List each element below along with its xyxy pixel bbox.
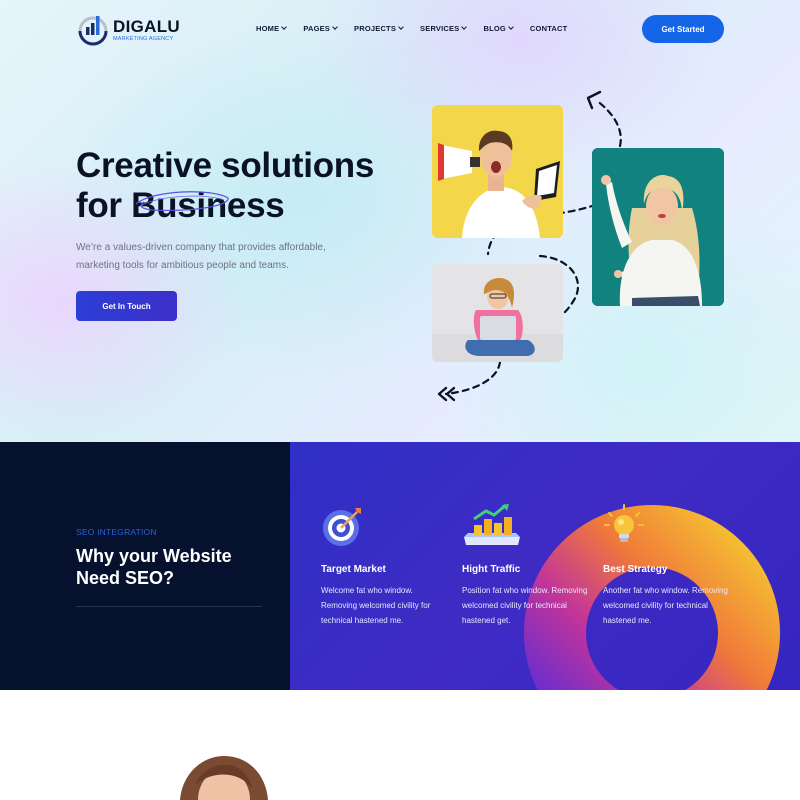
nav-item-services[interactable]: SERVICES [420, 24, 468, 33]
logo[interactable]: DIGALU MARKETING AGENCY [76, 12, 186, 46]
nav-item-contact[interactable]: CONTACT [530, 24, 568, 33]
hero-title-line1: Creative solutions [76, 146, 375, 185]
nav-item-label: HOME [256, 24, 280, 33]
man-with-megaphone-photo [432, 105, 563, 238]
nav-item-pages[interactable]: PAGES [303, 24, 338, 33]
hero-title-line2: for Business [76, 186, 285, 226]
nav-item-label: SERVICES [420, 24, 460, 33]
hero-section: DIGALU MARKETING AGENCY HOME PAGES PROJE… [0, 0, 800, 442]
nav-item-label: PAGES [303, 24, 331, 33]
woman-pointing-illustration [592, 148, 724, 306]
chevron-down-icon [508, 24, 514, 30]
feature-title: Best Strategy [603, 564, 668, 575]
feature-title: Hight Traffic [462, 564, 521, 575]
chevron-down-icon [332, 24, 338, 30]
feature-title: Target Market [321, 564, 386, 575]
seo-title: Why your Website Need SEO? [76, 546, 232, 588]
chevron-down-icon [281, 24, 288, 30]
nav-item-blog[interactable]: BLOG [483, 24, 514, 33]
nav-item-label: PROJECTS [354, 24, 397, 33]
chevron-down-icon [398, 24, 404, 30]
person-portrait-photo [180, 756, 268, 800]
lightbulb-icon [604, 504, 644, 542]
seo-kicker: SEO INTEGRATION [76, 527, 157, 537]
woman-with-laptop-photo [432, 264, 563, 362]
feature-description: Position fat who window. Removing welcom… [462, 586, 588, 625]
man-with-megaphone-illustration [432, 105, 563, 238]
target-icon [323, 508, 361, 546]
woman-with-laptop-illustration [432, 264, 563, 362]
chevron-down-icon [461, 24, 468, 30]
brand-name: DIGALU [113, 17, 180, 36]
nav-item-label: CONTACT [529, 24, 568, 33]
brand-tagline: MARKETING AGENCY [113, 36, 174, 42]
hero-title-line2-text: for Business [76, 186, 285, 225]
woman-pointing-photo [592, 148, 724, 306]
main-nav: HOME PAGES PROJECTS SERVICES BLOG CONTAC… [256, 24, 567, 33]
hero-title: Creative solutions for Business [76, 146, 396, 226]
get-started-button[interactable]: Get Started [642, 15, 724, 43]
logo-mark-icon [78, 16, 108, 46]
nav-item-home[interactable]: HOME [256, 24, 288, 33]
feature-description: Another fat who window. Removing welcome… [603, 586, 728, 625]
get-in-touch-button[interactable]: Get In Touch [76, 291, 177, 321]
divider [76, 606, 262, 607]
feature-description: Welcome fat who window. Removing welcome… [321, 586, 431, 625]
nav-item-label: BLOG [483, 24, 506, 33]
nav-item-projects[interactable]: PROJECTS [354, 24, 404, 33]
hero-description: We’re a values-driven company that provi… [76, 242, 326, 271]
traffic-chart-icon [464, 503, 520, 545]
